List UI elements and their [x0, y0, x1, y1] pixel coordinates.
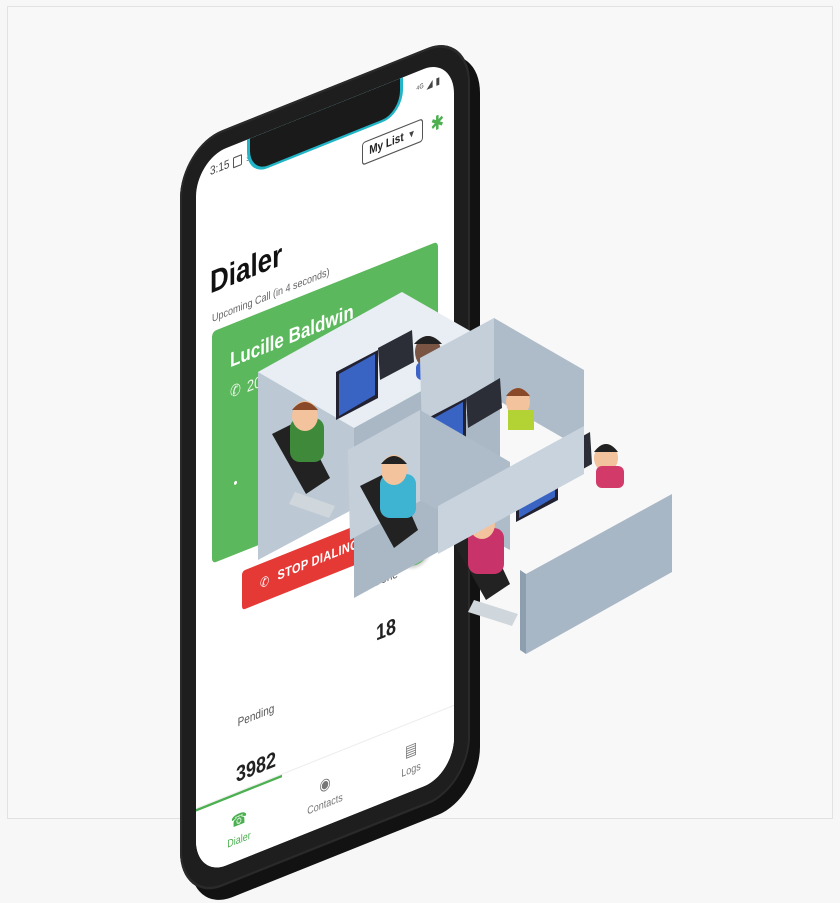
- call-center-illustration: [258, 292, 672, 654]
